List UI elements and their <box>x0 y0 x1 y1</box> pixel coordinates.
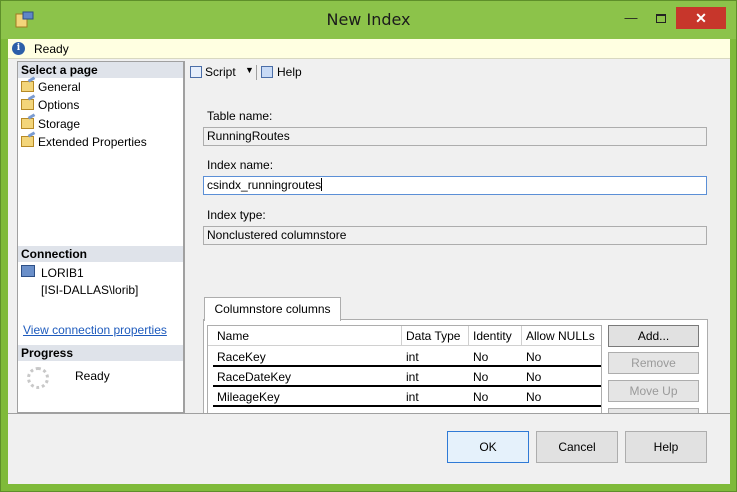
server-icon <box>21 265 35 277</box>
cell-data-type: int <box>406 390 419 404</box>
left-pane: Select a page General Options Storage Ex… <box>17 61 184 413</box>
column-header-name[interactable]: Name <box>213 326 402 346</box>
title-bar[interactable]: New Index — ✕ <box>1 1 736 39</box>
minimize-icon: — <box>624 10 638 25</box>
cell-data-type: int <box>406 350 419 364</box>
cell-name: RaceDateKey <box>217 370 292 384</box>
index-name-label: Index name: <box>207 158 274 172</box>
toolbar-separator <box>256 65 257 80</box>
login-name: [ISI-DALLAS\lorib] <box>41 283 139 297</box>
table-name-field: RunningRoutes <box>203 127 707 146</box>
move-up-button[interactable]: Move Up <box>608 380 699 402</box>
cell-identity: No <box>473 370 489 384</box>
info-icon: i <box>12 42 25 55</box>
index-name-value: csindx_runningroutes <box>207 178 322 192</box>
close-icon: ✕ <box>695 10 707 26</box>
column-header-allow-nulls[interactable]: Allow NULLs <box>522 326 601 346</box>
page-icon <box>21 99 34 110</box>
column-header-identity[interactable]: Identity <box>469 326 522 346</box>
dialog-client: i Ready Select a page General Options St… <box>8 39 730 484</box>
cell-identity: No <box>473 390 489 404</box>
progress-spinner-icon <box>27 367 49 389</box>
column-header-data-type[interactable]: Data Type <box>402 326 469 346</box>
view-connection-properties-link[interactable]: View connection properties <box>23 323 167 337</box>
ok-button[interactable]: OK <box>447 431 529 463</box>
table-row[interactable]: MileageKey int No No <box>213 388 601 407</box>
cell-allow-nulls: No <box>526 370 542 384</box>
dialog-button-bar: OK Cancel Help <box>8 413 730 484</box>
page-icon <box>21 118 34 129</box>
maximize-button[interactable] <box>646 7 676 29</box>
connection-header: Connection <box>18 246 183 262</box>
server-name: LORIB1 <box>41 266 84 280</box>
maximize-icon <box>656 14 666 24</box>
help-button[interactable]: Help <box>277 65 302 79</box>
status-bar: i Ready <box>8 39 730 59</box>
table-name-label: Table name: <box>207 109 273 123</box>
cancel-button[interactable]: Cancel <box>536 431 618 463</box>
page-icon <box>21 136 34 147</box>
text-caret <box>321 178 323 191</box>
page-item-storage[interactable]: Storage <box>21 116 80 132</box>
cell-name: MileageKey <box>217 390 280 404</box>
tab-columnstore-columns[interactable]: Columnstore columns <box>204 297 341 321</box>
script-icon <box>190 66 202 78</box>
page-item-label: Options <box>38 98 80 112</box>
close-button[interactable]: ✕ <box>676 7 726 29</box>
index-type-field: Nonclustered columnstore <box>203 226 707 245</box>
script-button[interactable]: Script <box>205 65 236 79</box>
index-name-input[interactable]: csindx_runningroutes <box>203 176 707 195</box>
page-item-label: Storage <box>38 117 81 131</box>
cell-allow-nulls: No <box>526 350 542 364</box>
grid-header: Name Data Type Identity Allow NULLs <box>208 326 601 346</box>
page-icon <box>21 81 34 92</box>
help-dialog-button[interactable]: Help <box>625 431 707 463</box>
cell-name: RaceKey <box>217 350 266 364</box>
table-row[interactable]: RaceDateKey int No No <box>213 368 601 387</box>
select-page-header: Select a page <box>18 62 183 78</box>
script-dropdown-icon[interactable]: ▼ <box>245 65 254 75</box>
table-row[interactable]: RaceKey int No No <box>213 348 601 367</box>
page-item-label: Extended Properties <box>38 135 147 149</box>
new-index-window: New Index — ✕ i Ready Select a page Gene… <box>0 0 737 492</box>
minimize-button[interactable]: — <box>616 7 646 29</box>
page-item-extended-properties[interactable]: Extended Properties <box>21 134 147 150</box>
progress-status: Ready <box>75 369 110 383</box>
page-item-options[interactable]: Options <box>21 97 79 113</box>
cell-allow-nulls: No <box>526 390 542 404</box>
cell-identity: No <box>473 350 489 364</box>
cell-data-type: int <box>406 370 419 384</box>
right-pane: Script ▼ Help Table name: RunningRoutes … <box>184 61 731 432</box>
index-type-label: Index type: <box>207 208 266 222</box>
page-item-general[interactable]: General <box>21 79 81 95</box>
status-text: Ready <box>34 42 69 56</box>
progress-header: Progress <box>18 345 183 361</box>
help-icon <box>261 66 273 78</box>
toolbar: Script ▼ Help <box>185 61 731 85</box>
page-item-label: General <box>38 80 81 94</box>
add-button[interactable]: Add... <box>608 325 699 347</box>
remove-button[interactable]: Remove <box>608 352 699 374</box>
